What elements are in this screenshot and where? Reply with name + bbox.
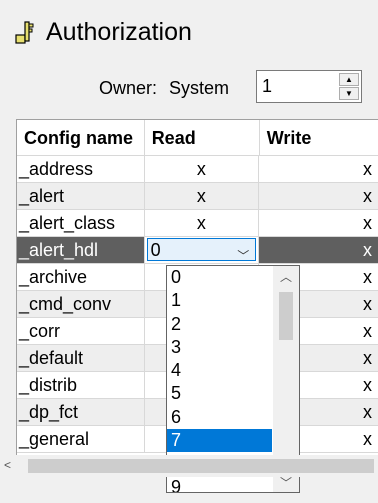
chevron-down-icon[interactable]: ﹀ [237,243,249,263]
table-row[interactable]: _address x x [17,156,378,183]
dropdown-option[interactable]: 7 [167,429,272,453]
cell-config-name[interactable]: _address [17,156,145,183]
cell-write[interactable]: x [259,156,378,183]
column-header-write[interactable]: Write [259,120,378,156]
cell-write[interactable]: x [259,210,378,237]
dropdown-option[interactable]: 4 [167,359,272,382]
dropdown-option[interactable]: 3 [167,336,272,359]
table-row[interactable]: _alert_class x x [17,210,378,237]
cell-config-name[interactable]: _alert [17,183,145,210]
cell-config-name[interactable]: _archive [17,264,145,291]
owner-row: Owner: System [99,72,229,104]
dropdown-option[interactable]: 1 [167,289,272,312]
cell-config-name[interactable]: _distrib [17,372,145,399]
cell-read[interactable]: x [144,156,260,183]
owner-label: Owner: [99,77,158,98]
cell-write[interactable]: x [259,183,378,210]
combo-value: 0 [150,239,161,260]
cell-config-name[interactable]: _general [17,426,145,453]
cell-config-name[interactable]: _alert_hdl [17,237,145,264]
owner-id-spinbox[interactable]: 1 ▲ ▼ [256,70,362,103]
cell-config-name[interactable]: _corr [17,318,145,345]
column-header-config-name[interactable]: Config name [17,120,145,156]
dropdown-option[interactable]: 9 [167,476,272,492]
triangle-up-icon: ▲ [345,74,353,84]
cell-config-name[interactable]: _dp_fct [17,399,145,426]
cell-config-name[interactable]: _default [17,345,145,372]
spin-up-button[interactable]: ▲ [339,73,359,86]
cell-read[interactable]: x [144,183,260,210]
dropdown-option[interactable]: 5 [167,382,272,405]
table-row[interactable]: _alert x x [17,183,378,210]
table-row[interactable]: _alert_hdl 0 ﹀ x [17,237,378,264]
column-header-read[interactable]: Read [144,120,260,156]
key-icon [15,21,34,44]
owner-value: System [169,77,230,98]
dropdown-option[interactable]: 6 [167,406,272,429]
table-header: Config name Read Write [17,120,378,156]
read-level-combobox[interactable]: 0 ﹀ [144,237,260,264]
triangle-down-icon: ▼ [345,88,353,98]
cell-read[interactable]: x [144,210,260,237]
cell-write[interactable]: x [259,237,378,264]
dropdown-option[interactable]: 0 [167,266,272,289]
horizontal-scroll-thumb[interactable] [28,459,374,473]
owner-id-value[interactable]: 1 [262,76,272,97]
spin-down-button[interactable]: ▼ [339,87,359,100]
horizontal-scrollbar[interactable]: < [0,455,378,477]
page-header: Authorization [14,16,192,48]
chevron-up-icon[interactable]: ︿ [273,266,299,286]
read-level-combo[interactable]: 0 ﹀ [146,238,257,263]
page-title: Authorization [46,17,192,46]
dropdown-scroll-thumb[interactable] [279,292,293,340]
scroll-left-icon[interactable]: < [4,458,11,472]
cell-config-name[interactable]: _alert_class [17,210,145,237]
dropdown-option[interactable]: 2 [167,313,272,336]
cell-config-name[interactable]: _cmd_conv [17,291,145,318]
